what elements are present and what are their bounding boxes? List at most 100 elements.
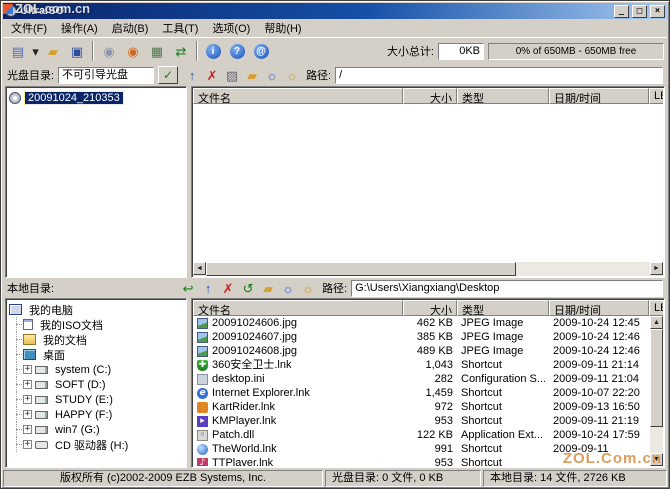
save-icon[interactable]: ▣ — [65, 40, 89, 62]
table-row[interactable]: 20091024606.jpg462 KBJPEG Image2009-10-2… — [193, 316, 650, 330]
local-panels: 我的电脑我的ISO文档我的文档桌面+system (C:)+SOFT (D:)+… — [3, 298, 667, 468]
info-icon[interactable]: i — [201, 40, 225, 62]
tools-icon[interactable]: ☼ — [282, 66, 302, 84]
column-header[interactable]: 文件名 — [193, 88, 403, 104]
table-row[interactable]: ✚360安全卫士.lnk1,043Shortcut2009-09-11 21:1… — [193, 358, 650, 372]
tree-item[interactable]: +system (C:) — [9, 362, 185, 377]
mount-icon[interactable]: ▦ — [145, 40, 169, 62]
extract-icon[interactable]: ↑ — [182, 66, 202, 84]
scroll-thumb[interactable] — [206, 262, 516, 276]
disc-panels: 20091024_210353 文件名大小类型日期/时间LB ◄ ► — [3, 86, 667, 278]
save-icon: ▣ — [71, 45, 83, 58]
tree-item[interactable]: +HAPPY (F:) — [9, 407, 185, 422]
menu-item[interactable]: 帮助(H) — [257, 18, 308, 38]
window-title: UltraISO — [20, 5, 611, 17]
file-name: 20091024608.jpg — [212, 344, 297, 358]
file-name: 20091024607.jpg — [212, 330, 297, 344]
file-type-cell: Configuration S... — [457, 372, 549, 386]
column-header[interactable]: 文件名 — [193, 300, 403, 316]
new-folder-icon[interactable]: ▰ — [258, 279, 278, 297]
online-icon: @ — [254, 44, 269, 59]
refresh-icon[interactable]: ↺ — [238, 279, 258, 297]
settings-icon[interactable]: ☼ — [278, 279, 298, 297]
online-icon[interactable]: @ — [249, 40, 273, 62]
tools-icon[interactable]: ☼ — [298, 279, 318, 297]
make-image-icon[interactable]: ◉ — [97, 40, 121, 62]
main-toolbar-buttons: ▤▾▰▣◉◉▦⇄i?@ — [6, 40, 273, 62]
scroll-thumb[interactable] — [650, 329, 663, 427]
menu-item[interactable]: 启动(B) — [105, 18, 156, 38]
tree-item[interactable]: + STUDY (E:) — [9, 392, 185, 407]
help-icon[interactable]: ? — [225, 40, 249, 62]
tree-item-label: win7 (G:) — [52, 424, 103, 436]
menu-item[interactable]: 文件(F) — [4, 18, 54, 38]
tree-item-label: STUDY (E:) — [52, 394, 116, 406]
expander-icon[interactable]: + — [23, 410, 32, 419]
expander-icon[interactable]: + — [23, 425, 32, 434]
world-icon — [197, 444, 208, 455]
scroll-track[interactable] — [516, 262, 650, 276]
back-icon[interactable]: ↩ — [178, 279, 198, 297]
column-header[interactable]: 大小 — [403, 300, 457, 316]
new-image-icon[interactable]: ▤ — [6, 40, 30, 62]
watermark-top: ZOL.com.cn — [3, 1, 90, 16]
tree-item[interactable]: 我的ISO文档 — [9, 317, 185, 332]
expander-icon[interactable]: + — [23, 395, 32, 404]
tree-item[interactable]: +SOFT (D:) — [9, 377, 185, 392]
table-row[interactable]: 20091024608.jpg489 KBJPEG Image2009-10-2… — [193, 344, 650, 358]
menu-item[interactable]: 工具(T) — [155, 18, 205, 38]
tree-item-disc-root[interactable]: 20091024_210353 — [9, 90, 185, 105]
column-header[interactable]: 类型 — [457, 300, 549, 316]
delete-icon[interactable]: ✗ — [202, 66, 222, 84]
file-name-cell: ♪TTPlayer.lnk — [193, 456, 403, 466]
column-header[interactable]: 类型 — [457, 88, 549, 104]
table-row[interactable]: 20091024607.jpg385 KBJPEG Image2009-10-2… — [193, 330, 650, 344]
convert-icon[interactable]: ⇄ — [169, 40, 193, 62]
local-path-field[interactable]: G:\Users\Xiangxiang\Desktop — [351, 280, 663, 297]
scroll-up-button[interactable]: ▲ — [650, 316, 663, 329]
column-header[interactable]: 日期/时间 — [549, 88, 649, 104]
menu-item[interactable]: 选项(O) — [205, 18, 257, 38]
tree-item[interactable]: +CD 驱动器 (H:) — [9, 437, 185, 452]
expander-icon[interactable]: + — [23, 365, 32, 374]
new-image-dropdown-icon: ▾ — [32, 45, 39, 58]
expander-icon[interactable]: + — [23, 440, 32, 449]
new-image-dropdown-icon[interactable]: ▾ — [30, 40, 41, 62]
close-button[interactable]: × — [650, 5, 665, 18]
settings-icon[interactable]: ☼ — [262, 66, 282, 84]
minimize-button[interactable]: _ — [614, 5, 629, 18]
table-row[interactable]: eInternet Explorer.lnk1,459Shortcut2009-… — [193, 386, 650, 400]
boot-type-field[interactable]: 不可引导光盘 — [58, 67, 154, 84]
scroll-right-button[interactable]: ► — [650, 262, 663, 275]
expander-icon[interactable]: + — [23, 380, 32, 389]
table-row[interactable]: desktop.ini282Configuration S...2009-09-… — [193, 372, 650, 386]
disc-path-field[interactable]: / — [335, 67, 663, 84]
up-icon[interactable]: ↑ — [198, 279, 218, 297]
delete-icon[interactable]: ✗ — [218, 279, 238, 297]
open-image-icon[interactable]: ▰ — [41, 40, 65, 62]
file-date-cell: 2009-09-11 21:19 — [549, 414, 649, 428]
image-file-icon — [197, 346, 208, 357]
column-header[interactable]: LB — [649, 88, 663, 104]
menu-item[interactable]: 操作(A) — [54, 18, 105, 38]
column-header[interactable]: LB — [649, 300, 663, 316]
column-header[interactable]: 日期/时间 — [549, 300, 649, 316]
tree-item[interactable]: 我的文档 — [9, 332, 185, 347]
maximize-button[interactable]: □ — [632, 5, 647, 18]
scroll-left-button[interactable]: ◄ — [193, 262, 206, 275]
copyright-text: 版权所有 (c)2002-2009 EZB Systems, Inc. — [3, 470, 323, 487]
column-header[interactable]: 大小 — [403, 88, 457, 104]
tree-item[interactable]: + win7 (G:) — [9, 422, 185, 437]
boot-check-button[interactable]: ✓ — [158, 66, 178, 84]
main-toolbar: ▤▾▰▣◉◉▦⇄i?@ 大小总计: 0KB 0% of 650MB - 650M… — [3, 37, 667, 64]
new-folder-icon[interactable]: ▰ — [242, 66, 262, 84]
disc-stats: 光盘目录: 0 文件, 0 KB — [325, 470, 481, 487]
clear-icon[interactable]: ▨ — [222, 66, 242, 84]
file-name: Internet Explorer.lnk — [212, 386, 310, 400]
tree-item[interactable]: 桌面 — [9, 347, 185, 362]
tree-item[interactable]: 我的电脑 — [9, 302, 185, 317]
table-row[interactable]: ▸KMPlayer.lnk953Shortcut2009-09-11 21:19 — [193, 414, 650, 428]
table-row[interactable]: KartRider.lnk972Shortcut2009-09-13 16:50 — [193, 400, 650, 414]
burn-icon[interactable]: ◉ — [121, 40, 145, 62]
table-row[interactable]: ◦Patch.dll122 KBApplication Ext...2009-1… — [193, 428, 650, 442]
